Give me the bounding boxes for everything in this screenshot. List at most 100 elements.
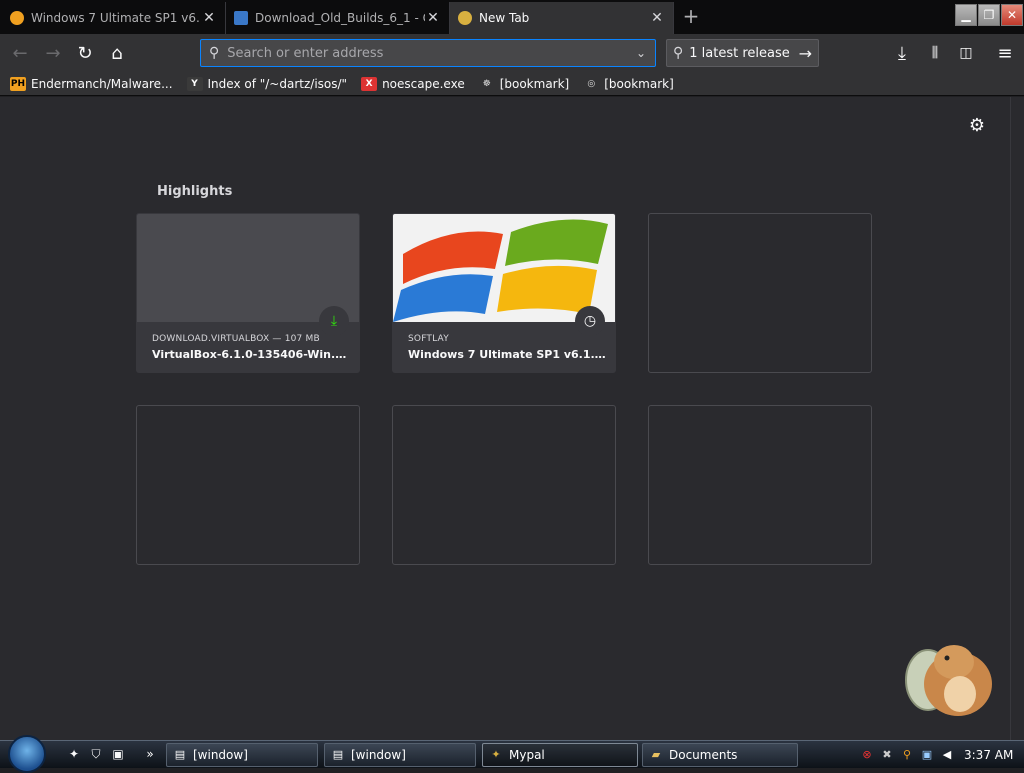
window-icon: ▤ [332, 748, 344, 761]
empty-card [648, 405, 872, 565]
tab-1[interactable]: Windows 7 Ultimate SP1 v6.1.7 ✕ [2, 2, 226, 34]
gear-icon[interactable]: ⚙ [966, 115, 988, 137]
taskbar-button[interactable]: ▤ [window] [166, 743, 318, 767]
globe-icon: ◎ [587, 78, 596, 89]
taskbar-button[interactable]: ▰ Documents [642, 743, 798, 767]
search-icon: ⚲ [673, 45, 684, 61]
volume-icon[interactable]: ◀ [940, 748, 954, 762]
search-tray-icon[interactable]: ⚲ [900, 748, 914, 762]
document-favicon-icon [234, 11, 248, 25]
close-icon[interactable]: ✕ [425, 10, 441, 26]
menu-button[interactable]: ≡ [991, 39, 1019, 67]
highlight-card[interactable]: ⤓ DOWNLOAD.VIRTUALBOX — 107 MB VirtualBo… [136, 213, 360, 373]
quicklaunch-shield-icon[interactable]: ⛉ [88, 747, 104, 763]
bookmark-favicon-icon: ☸ [482, 78, 491, 89]
close-window-button[interactable]: ✕ [1001, 4, 1023, 26]
folder-icon: ▰ [651, 748, 661, 761]
mypal-favicon-icon [458, 11, 472, 25]
tools-icon[interactable]: ✖ [880, 748, 894, 762]
sun-favicon-icon [10, 11, 24, 25]
download-badge: ⤓ [319, 306, 349, 336]
bookmark-label: noescape.exe [382, 76, 465, 91]
sidebar-button[interactable]: ◫ [952, 39, 980, 67]
taskbar-label: Documents [669, 748, 738, 762]
new-tab-button[interactable]: + [680, 6, 702, 28]
tab-new-tab[interactable]: New Tab ✕ [450, 2, 674, 34]
highlight-card[interactable]: ◷ SOFTLAY Windows 7 Ultimate SP1 v6.1.76… [392, 213, 616, 373]
bookmark-item[interactable]: Y Index of "/~dartz/isos/" [186, 76, 348, 91]
bookmark-label: Index of "/~dartz/isos/" [207, 76, 348, 91]
security-alert-icon[interactable]: ⊗ [860, 748, 874, 762]
clock-icon: ◷ [583, 313, 597, 329]
minimize-button[interactable]: ▁ [955, 4, 977, 26]
taskbar-button[interactable]: ▤ [window] [324, 743, 476, 767]
taskbar: ✦ ⛉ ▣ » ▤ [window] ▤ [window] ✦ Mypal ▰ … [0, 735, 1024, 773]
hamburger-icon: ≡ [997, 42, 1013, 64]
library-icon: ⫼ [931, 45, 939, 61]
history-badge: ◷ [575, 306, 605, 336]
navigation-toolbar: ← → ↻ ⌂ ⚲ ⌄ ⚲ 1 latest release → ⤓ ⫼ ◫ ≡ [0, 34, 1024, 72]
close-icon[interactable]: ✕ [649, 10, 665, 26]
address-bar[interactable]: ⚲ ⌄ [200, 39, 656, 67]
bookmark-item[interactable]: ◎ [bookmark] [583, 76, 674, 91]
download-icon: ⤓ [898, 42, 906, 64]
tab-2[interactable]: Download_Old_Builds_6_1 - G ✕ [226, 2, 450, 34]
arrow-right-icon[interactable]: → [799, 44, 812, 63]
bookmark-label: Endermanch/Malware... [31, 76, 173, 91]
bookmark-item[interactable]: X noescape.exe [361, 76, 465, 91]
card-title: Windows 7 Ultimate SP1 v6.1.76... [408, 348, 608, 361]
bookmark-item[interactable]: PH Endermanch/Malware... [10, 76, 173, 91]
quicklaunch-computer-icon[interactable]: ▣ [110, 747, 126, 763]
library-button[interactable]: ⫼ [921, 39, 949, 67]
bookmark-item[interactable]: ☸ [bookmark] [479, 77, 570, 91]
bookmarks-toolbar: PH Endermanch/Malware... Y Index of "/~d… [0, 72, 1024, 96]
taskbar-label: [window] [193, 748, 248, 762]
search-bar[interactable]: ⚲ 1 latest release → [666, 39, 819, 67]
clock[interactable]: 3:37 AM [964, 748, 1013, 762]
maximize-button[interactable]: ❐ [978, 4, 1000, 26]
system-tray: ⊗ ✖ ⚲ ▣ ◀ 3:37 AM [852, 743, 1024, 767]
download-icon: ⤓ [330, 313, 338, 329]
window-icon: ▤ [174, 748, 186, 761]
tab-title: New Tab [479, 11, 530, 25]
downloads-button[interactable]: ⤓ [888, 39, 916, 67]
network-icon[interactable]: ▣ [920, 748, 934, 762]
windows-logo-image [393, 219, 608, 322]
card-thumbnail [393, 214, 615, 322]
search-query: 1 latest release [689, 45, 790, 61]
card-source: DOWNLOAD.VIRTUALBOX — 107 MB [152, 334, 320, 344]
hamster-mascot-image [905, 645, 992, 716]
card-title: VirtualBox-6.1.0-135406-Win.exe [152, 348, 352, 361]
quicklaunch-mypal-icon[interactable]: ✦ [66, 747, 82, 763]
scrollbar[interactable] [1010, 97, 1024, 740]
bookmark-favicon-icon: Y [186, 76, 203, 91]
chevron-more-icon[interactable]: » [142, 747, 158, 763]
url-input[interactable] [227, 45, 627, 61]
empty-card [136, 405, 360, 565]
section-title: Highlights [157, 184, 233, 199]
tab-title: Download_Old_Builds_6_1 - G [255, 11, 425, 25]
search-icon: ⚲ [209, 45, 220, 61]
forward-button[interactable]: → [39, 39, 67, 67]
close-icon[interactable]: ✕ [201, 10, 217, 26]
card-source: SOFTLAY [408, 334, 449, 344]
taskbar-button-active[interactable]: ✦ Mypal [482, 743, 638, 767]
bookmark-favicon-icon: PH [10, 76, 26, 91]
taskbar-label: [window] [351, 748, 406, 762]
reload-button[interactable]: ↻ [71, 39, 99, 67]
back-button[interactable]: ← [6, 39, 34, 67]
new-tab-page: ⚙ Highlights ⤓ DOWNLOAD.VIRTUALBOX — 107… [0, 97, 1010, 740]
mypal-icon: ✦ [491, 748, 501, 761]
empty-card [648, 213, 872, 373]
tab-strip: Windows 7 Ultimate SP1 v6.1.7 ✕ Download… [0, 0, 1024, 34]
taskbar-label: Mypal [509, 748, 545, 762]
home-button[interactable]: ⌂ [103, 39, 131, 67]
bookmark-label: [bookmark] [499, 76, 570, 91]
tab-title: Windows 7 Ultimate SP1 v6.1.7 [31, 11, 201, 25]
card-thumbnail [137, 214, 359, 322]
sidebar-icon: ◫ [959, 45, 973, 61]
start-button[interactable] [8, 735, 46, 773]
bookmark-favicon-icon: X [361, 76, 378, 91]
chevron-down-icon[interactable]: ⌄ [627, 46, 655, 60]
bookmark-label: [bookmark] [604, 76, 674, 91]
